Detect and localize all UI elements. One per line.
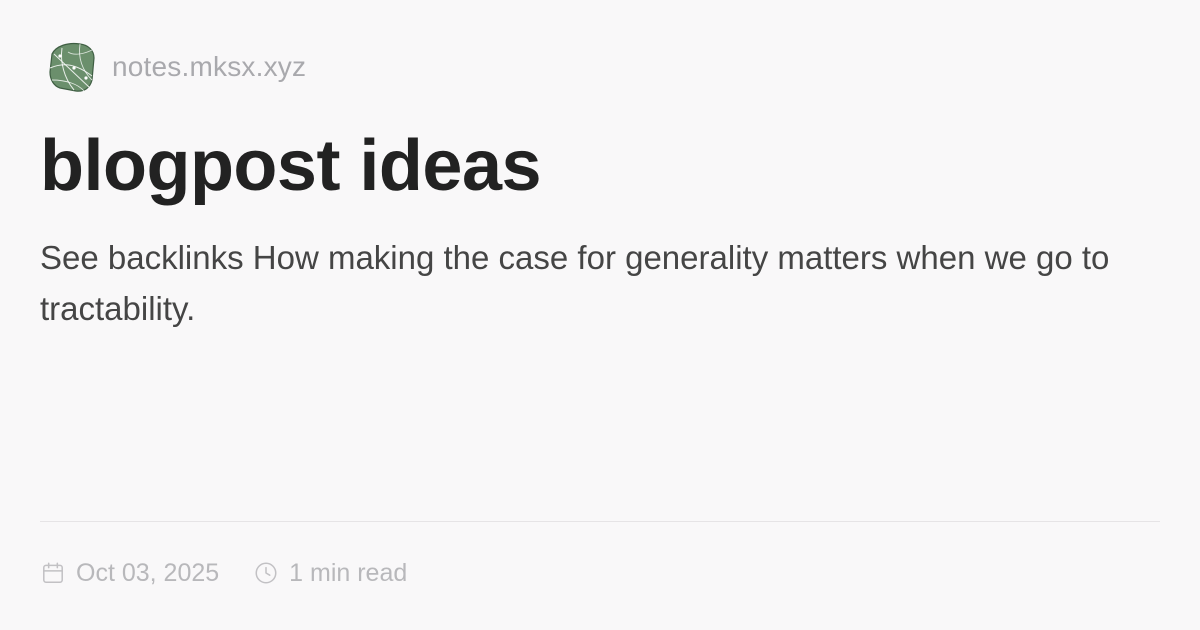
clock-icon	[255, 562, 277, 584]
leaf-map-logo-icon[interactable]	[44, 40, 96, 94]
divider	[40, 521, 1160, 522]
reading-time: 1 min read	[253, 559, 407, 588]
reading-time-text: 1 min read	[289, 558, 408, 587]
publish-date: Oct 03, 2025	[40, 559, 219, 588]
page-title: blogpost ideas	[40, 126, 542, 206]
site-header: notes.mksx.xyz	[44, 40, 306, 94]
post-meta: Oct 03, 2025 1 min read	[40, 555, 407, 591]
site-name[interactable]: notes.mksx.xyz	[112, 51, 306, 83]
calendar-icon	[43, 562, 63, 583]
publish-date-text: Oct 03, 2025	[76, 558, 220, 587]
post-description: See backlinks How making the case for ge…	[40, 239, 1110, 327]
